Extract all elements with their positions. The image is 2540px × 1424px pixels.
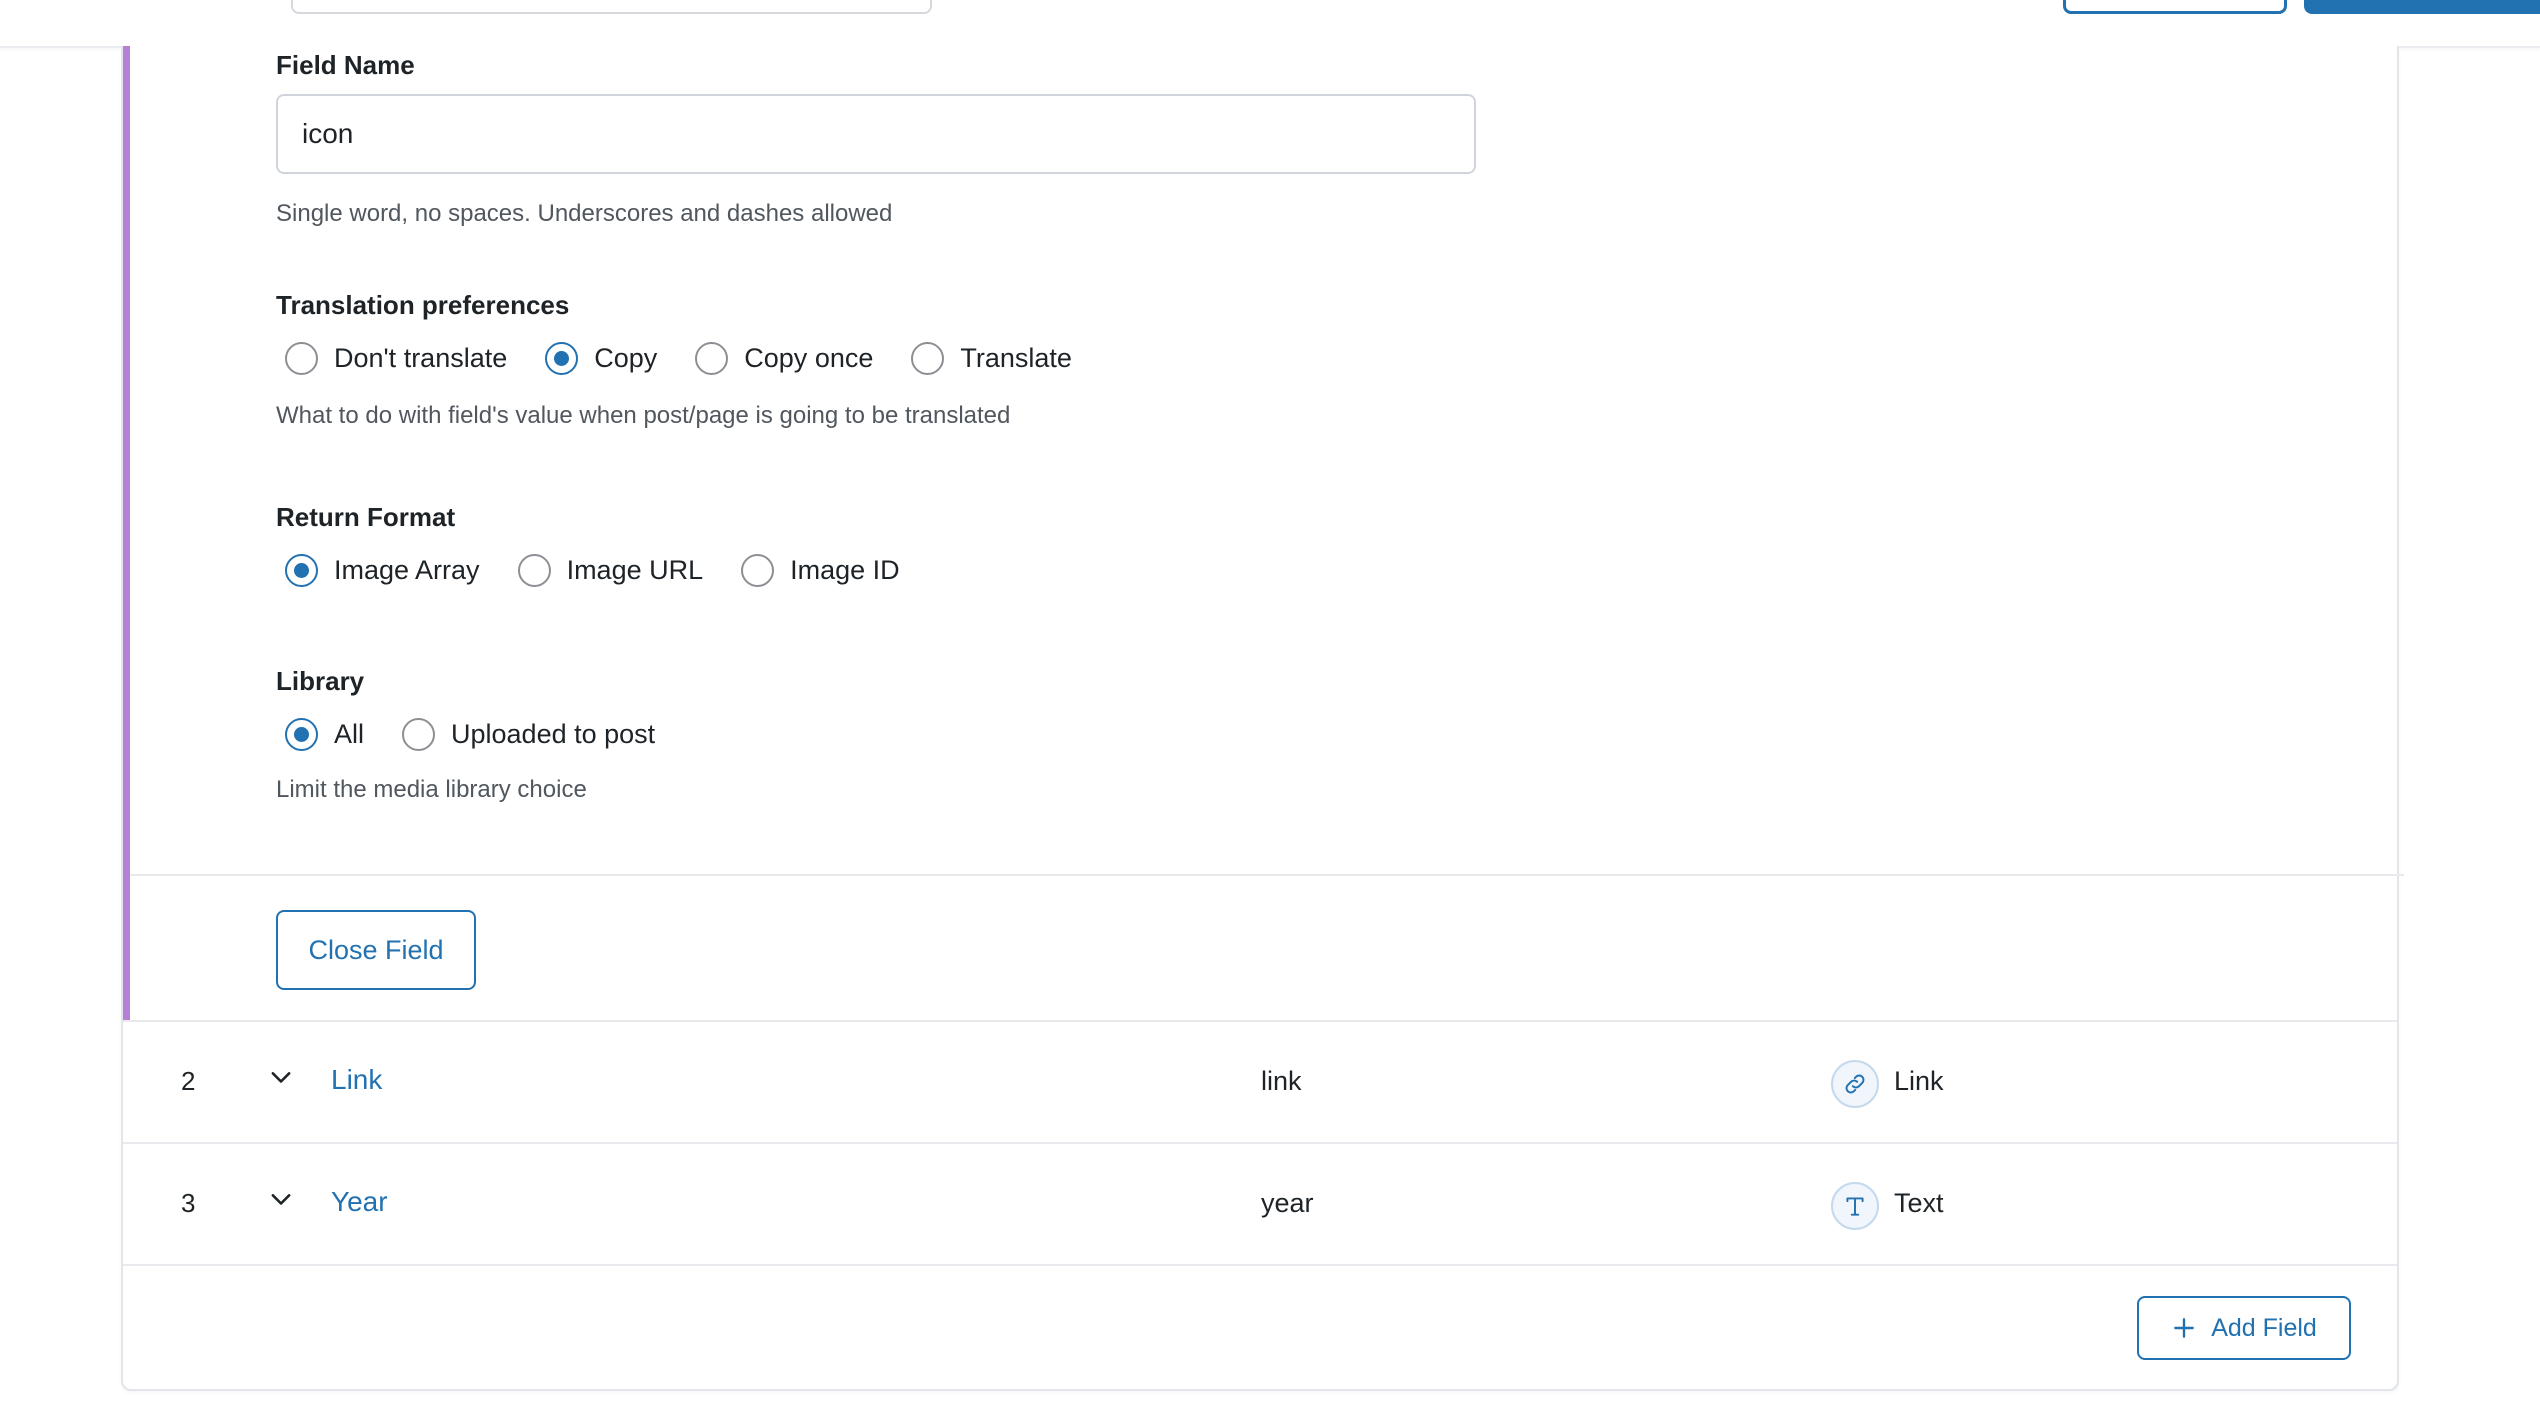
field-type: Link [1894,1066,1944,1096]
link-icon [1831,1060,1879,1108]
radio-button-checked[interactable] [285,554,318,587]
library-label: Library [276,666,365,696]
return-format-option-image-url[interactable]: Image URL [517,554,703,587]
top-toolbar [0,0,2540,48]
library-option-uploaded-to-post[interactable]: Uploaded to post [402,718,655,751]
translation-radio-group: Don't translate Copy Copy once Translate [285,342,1110,375]
library-option-all[interactable]: All [285,718,364,751]
fields-footer: Add Field [123,1264,2397,1389]
open-field-panel: Field Name Single word, no spaces. Under… [123,46,2404,1020]
field-type: Text [1894,1188,1944,1218]
chevron-down-icon[interactable] [267,1186,295,1214]
field-label-year[interactable]: Year [331,1186,388,1218]
return-format-option-image-id[interactable]: Image ID [741,554,900,587]
radio-button[interactable] [285,342,318,375]
chevron-down-icon[interactable] [267,1064,295,1092]
radio-button[interactable] [741,554,775,587]
field-name-help: Single word, no spaces. Underscores and … [276,200,893,227]
return-format-radio-group: Image Array Image URL Image ID [285,554,938,587]
radio-button[interactable] [695,342,729,375]
field-group-title-input[interactable] [291,0,932,14]
field-label-link[interactable]: Link [331,1064,382,1096]
field-name: link [1261,1066,1302,1096]
field-name: year [1261,1188,1314,1218]
radio-button[interactable] [517,554,551,587]
divider [130,874,2404,876]
radio-button-checked[interactable] [545,342,579,375]
return-format-label: Return Format [276,502,456,532]
library-radio-group: All Uploaded to post [285,718,693,751]
translation-label: Translation preferences [276,290,570,320]
translation-option-dont-translate[interactable]: Don't translate [285,342,507,375]
field-name-input[interactable] [276,94,1476,174]
library-help: Limit the media library choice [276,776,587,803]
fields-card: Field Name Single word, no spaces. Under… [121,46,2404,1391]
add-field-button[interactable]: Add Field [2137,1296,2351,1360]
radio-button-checked[interactable] [285,718,318,751]
secondary-action-button[interactable] [2063,0,2287,14]
plus-icon [2171,1315,2197,1341]
field-order: 2 [181,1066,196,1096]
translation-option-translate[interactable]: Translate [911,342,1072,375]
text-icon [1831,1182,1879,1230]
field-row[interactable]: 3 Year year Text [123,1144,2397,1266]
translation-option-copy[interactable]: Copy [545,342,657,375]
close-field-button[interactable]: Close Field [276,910,476,990]
add-field-label: Add Field [2211,1313,2317,1342]
save-changes-button[interactable] [2304,0,2540,14]
translation-help: What to do with field's value when post/… [276,402,1011,429]
field-row[interactable]: 2 Link link Link [123,1022,2397,1144]
field-order: 3 [181,1188,196,1218]
radio-button[interactable] [402,718,436,751]
field-name-label: Field Name [276,50,415,80]
return-format-option-image-array[interactable]: Image Array [285,554,480,587]
translation-option-copy-once[interactable]: Copy once [695,342,873,375]
radio-button[interactable] [911,342,945,375]
field-settings: Field Name Single word, no spaces. Under… [130,46,2397,874]
